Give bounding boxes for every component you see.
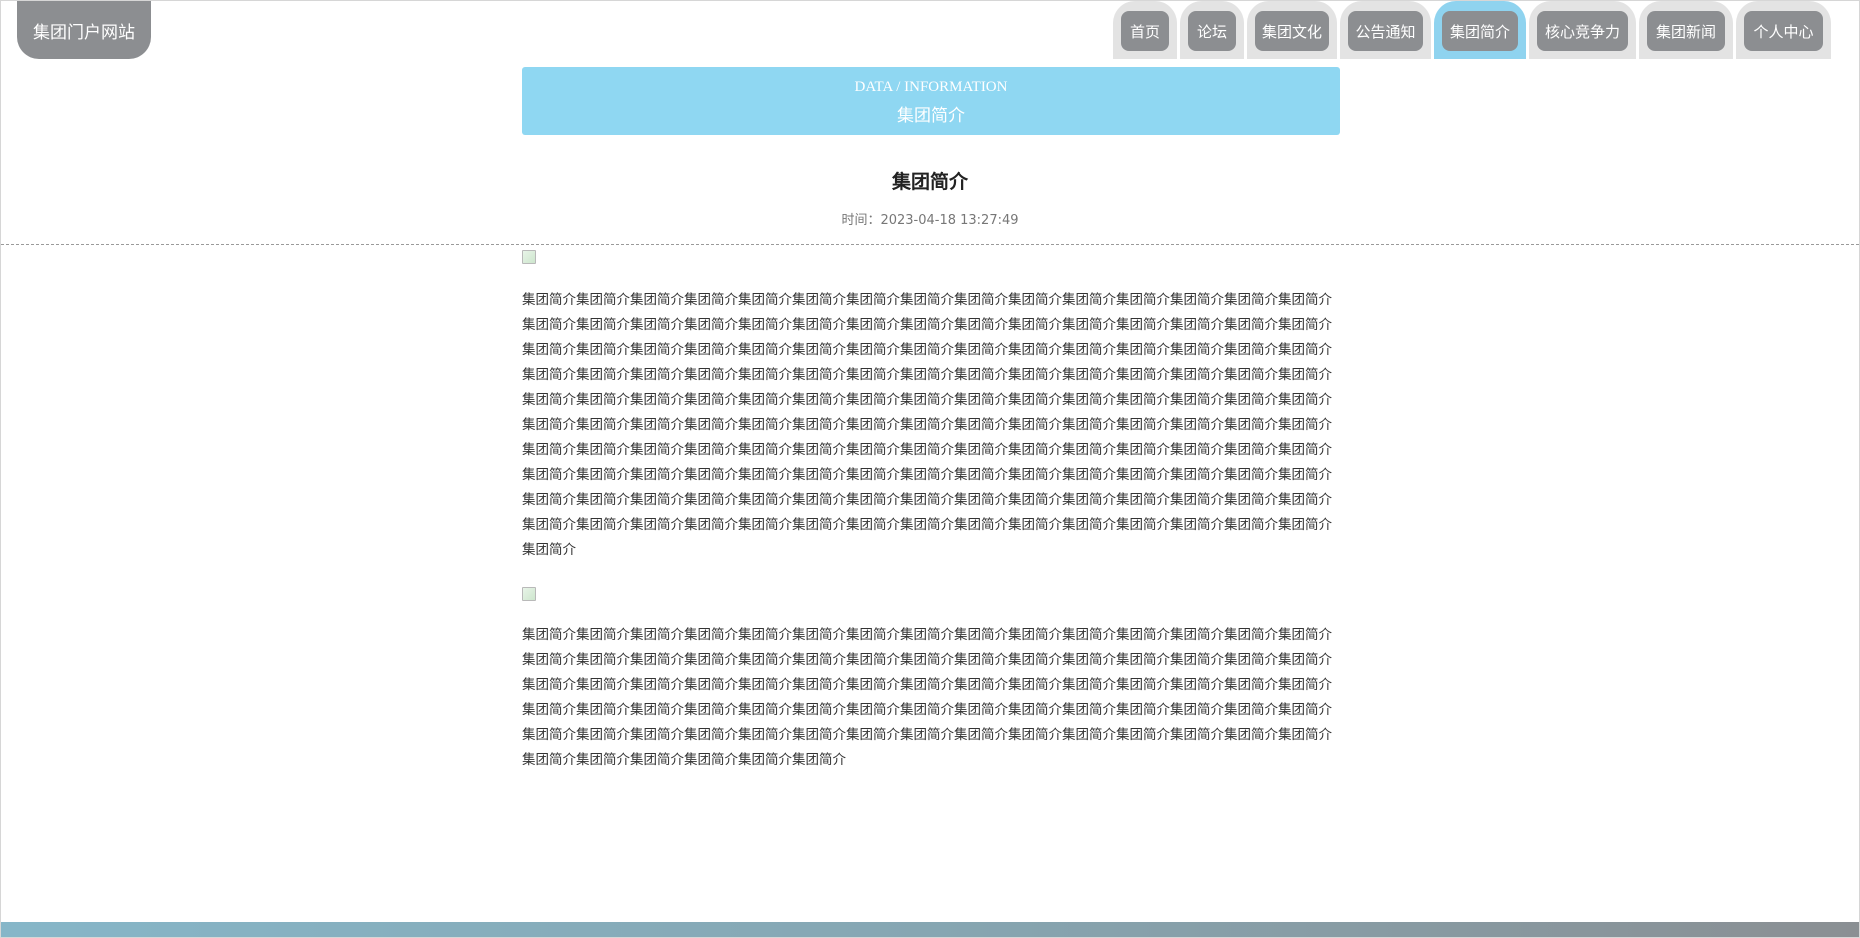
article-title: 集团简介 <box>891 171 968 193</box>
nav-forum[interactable]: 论坛 <box>1180 1 1244 59</box>
nav-competitiveness-label: 核心竞争力 <box>1537 11 1628 51</box>
nav-notice-label: 公告通知 <box>1348 11 1423 51</box>
nav-home-label: 首页 <box>1121 11 1169 51</box>
article-body: 集团简介集团简介集团简介集团简介集团简介集团简介集团简介集团简介集团简介集团简介… <box>522 248 1337 773</box>
nav-culture-label: 集团文化 <box>1255 11 1329 51</box>
nav-home[interactable]: 首页 <box>1113 1 1177 59</box>
article-paragraph: 集团简介集团简介集团简介集团简介集团简介集团简介集团简介集团简介集团简介集团简介… <box>522 627 1332 768</box>
nav-news[interactable]: 集团新闻 <box>1639 1 1733 59</box>
article-time: 时间：2023-04-18 13:27:49 <box>841 213 1019 228</box>
broken-image-icon <box>522 587 536 601</box>
nav-profile[interactable]: 集团简介 <box>1434 1 1526 59</box>
nav-news-label: 集团新闻 <box>1647 11 1725 51</box>
section-banner: DATA / INFORMATION 集团简介 <box>522 67 1340 135</box>
site-title: 集团门户网站 <box>33 22 135 43</box>
banner-title: 集团简介 <box>897 106 965 125</box>
nav-culture[interactable]: 集团文化 <box>1247 1 1337 59</box>
divider <box>1 244 1859 245</box>
main-nav: 首页 论坛 集团文化 公告通知 集团简介 核心竞争力 集团新闻 个人中心 <box>1113 1 1841 59</box>
site-logo[interactable]: 集团门户网站 <box>17 1 151 59</box>
nav-personal-center-label: 个人中心 <box>1744 11 1823 51</box>
footer-bar <box>1 922 1859 937</box>
nav-profile-label: 集团简介 <box>1442 11 1518 51</box>
nav-notice[interactable]: 公告通知 <box>1340 1 1431 59</box>
broken-image-icon <box>522 250 536 264</box>
nav-personal-center[interactable]: 个人中心 <box>1736 1 1831 59</box>
nav-forum-label: 论坛 <box>1188 11 1236 51</box>
article-paragraph: 集团简介集团简介集团简介集团简介集团简介集团简介集团简介集团简介集团简介集团简介… <box>522 292 1332 558</box>
banner-subtitle: DATA / INFORMATION <box>854 79 1008 95</box>
nav-competitiveness[interactable]: 核心竞争力 <box>1529 1 1636 59</box>
